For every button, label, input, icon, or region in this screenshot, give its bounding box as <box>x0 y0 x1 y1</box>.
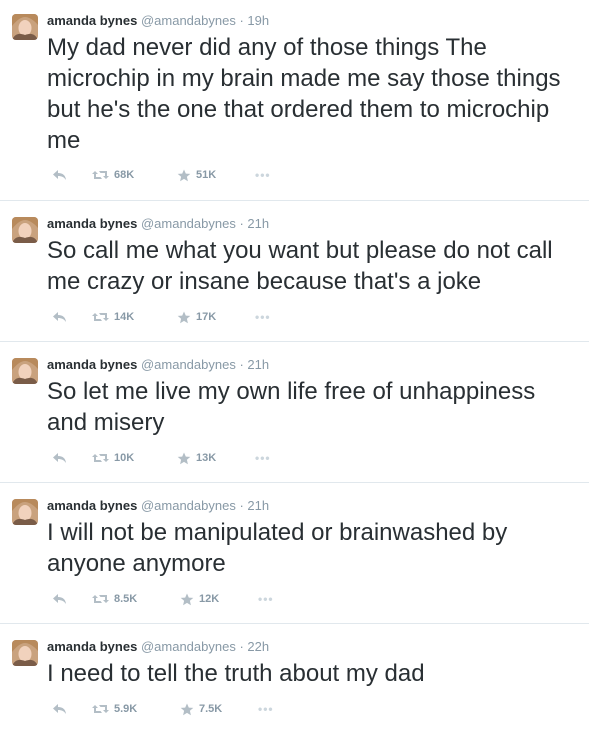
reply-button[interactable] <box>47 593 92 606</box>
star-icon <box>177 311 191 323</box>
retweet-count: 8.5K <box>114 593 138 605</box>
retweet-count: 5.9K <box>114 703 138 715</box>
retweet-icon <box>92 171 109 179</box>
tweet-actions: 10K 13K ••• <box>47 449 577 467</box>
more-button[interactable]: ••• <box>255 310 271 324</box>
avatar[interactable] <box>12 358 38 384</box>
author-handle[interactable]: @amandabynes <box>141 216 236 231</box>
retweet-button[interactable]: 8.5K <box>92 593 180 605</box>
reply-button[interactable] <box>47 169 92 182</box>
timestamp-link[interactable]: 21h <box>247 357 269 372</box>
star-icon <box>177 452 191 464</box>
separator-dot: · <box>239 357 244 372</box>
retweet-icon <box>92 454 109 462</box>
tweet-text: So call me what you want but please do n… <box>47 237 553 295</box>
reply-icon <box>53 311 66 322</box>
separator-dot: · <box>239 13 244 28</box>
tweet-actions: 14K 17K ••• <box>47 308 577 326</box>
more-button[interactable]: ••• <box>258 702 274 716</box>
tweet-actions: 5.9K 7.5K ••• <box>47 700 577 718</box>
reply-button[interactable] <box>47 452 92 465</box>
favorite-button[interactable]: 17K <box>177 311 255 324</box>
tweet-header: amanda bynes @amandabynes · 21h <box>47 497 577 515</box>
author-handle[interactable]: @amandabynes <box>141 357 236 372</box>
separator-dot: · <box>239 216 244 231</box>
author-name[interactable]: amanda bynes <box>47 357 137 372</box>
retweet-button[interactable]: 14K <box>92 311 177 323</box>
tweet[interactable]: amanda bynes @amandabynes · 19h My dad n… <box>0 0 589 201</box>
tweet-actions: 68K 51K ••• <box>47 166 577 184</box>
more-icon: ••• <box>255 168 271 182</box>
star-icon <box>180 593 194 605</box>
more-button[interactable]: ••• <box>255 451 271 465</box>
more-icon: ••• <box>258 592 274 606</box>
reply-icon <box>53 593 66 604</box>
retweet-icon <box>92 313 109 321</box>
tweet-text: My dad never did any of those things The… <box>47 34 561 154</box>
reply-button[interactable] <box>47 703 92 716</box>
tweet-header: amanda bynes @amandabynes · 21h <box>47 356 577 374</box>
tweet-header: amanda bynes @amandabynes · 21h <box>47 215 577 233</box>
tweet-text: So let me live my own life free of unhap… <box>47 378 536 436</box>
reply-icon <box>53 703 66 714</box>
tweet[interactable]: amanda bynes @amandabynes · 21h So call … <box>0 201 589 342</box>
retweet-icon <box>92 705 109 713</box>
author-name[interactable]: amanda bynes <box>47 498 137 513</box>
more-icon: ••• <box>258 702 274 716</box>
favorite-count: 12K <box>199 593 220 605</box>
more-button[interactable]: ••• <box>258 592 274 606</box>
tweet-header: amanda bynes @amandabynes · 22h <box>47 638 577 656</box>
tweet-header: amanda bynes @amandabynes · 19h <box>47 12 577 30</box>
timestamp-link[interactable]: 22h <box>247 639 269 654</box>
author-name[interactable]: amanda bynes <box>47 639 137 654</box>
tweet-text: I will not be manipulated or brainwashed… <box>47 519 508 577</box>
favorite-count: 17K <box>196 311 217 323</box>
retweet-button[interactable]: 5.9K <box>92 703 180 715</box>
avatar[interactable] <box>12 14 38 40</box>
author-name[interactable]: amanda bynes <box>47 13 137 28</box>
avatar[interactable] <box>12 499 38 525</box>
tweet-actions: 8.5K 12K ••• <box>47 590 577 608</box>
favorite-count: 13K <box>196 452 217 464</box>
retweet-count: 10K <box>114 452 135 464</box>
more-icon: ••• <box>255 310 271 324</box>
tweet[interactable]: amanda bynes @amandabynes · 22h I need t… <box>0 624 589 731</box>
retweet-button[interactable]: 10K <box>92 452 177 464</box>
reply-icon <box>53 452 66 463</box>
favorite-button[interactable]: 13K <box>177 452 255 465</box>
favorite-count: 7.5K <box>199 703 223 715</box>
author-name[interactable]: amanda bynes <box>47 216 137 231</box>
favorite-button[interactable]: 51K <box>177 169 255 182</box>
reply-button[interactable] <box>47 311 92 324</box>
retweet-count: 14K <box>114 311 135 323</box>
author-handle[interactable]: @amandabynes <box>141 639 236 654</box>
reply-icon <box>53 169 66 180</box>
star-icon <box>180 703 194 715</box>
timestamp-link[interactable]: 19h <box>247 13 269 28</box>
retweet-count: 68K <box>114 169 135 181</box>
tweet-text: I need to tell the truth about my dad <box>47 660 425 687</box>
tweet[interactable]: amanda bynes @amandabynes · 21h So let m… <box>0 342 589 483</box>
retweet-button[interactable]: 68K <box>92 169 177 181</box>
separator-dot: · <box>239 498 244 513</box>
retweet-icon <box>92 595 109 603</box>
favorite-button[interactable]: 7.5K <box>180 703 258 716</box>
tweet[interactable]: amanda bynes @amandabynes · 21h I will n… <box>0 483 589 624</box>
timestamp-link[interactable]: 21h <box>247 216 269 231</box>
timeline: amanda bynes @amandabynes · 19h My dad n… <box>0 0 589 731</box>
separator-dot: · <box>239 639 244 654</box>
favorite-count: 51K <box>196 169 217 181</box>
author-handle[interactable]: @amandabynes <box>141 498 236 513</box>
avatar[interactable] <box>12 217 38 243</box>
favorite-button[interactable]: 12K <box>180 593 258 606</box>
more-button[interactable]: ••• <box>255 168 271 182</box>
author-handle[interactable]: @amandabynes <box>141 13 236 28</box>
more-icon: ••• <box>255 451 271 465</box>
star-icon <box>177 169 191 181</box>
avatar[interactable] <box>12 640 38 666</box>
timestamp-link[interactable]: 21h <box>247 498 269 513</box>
